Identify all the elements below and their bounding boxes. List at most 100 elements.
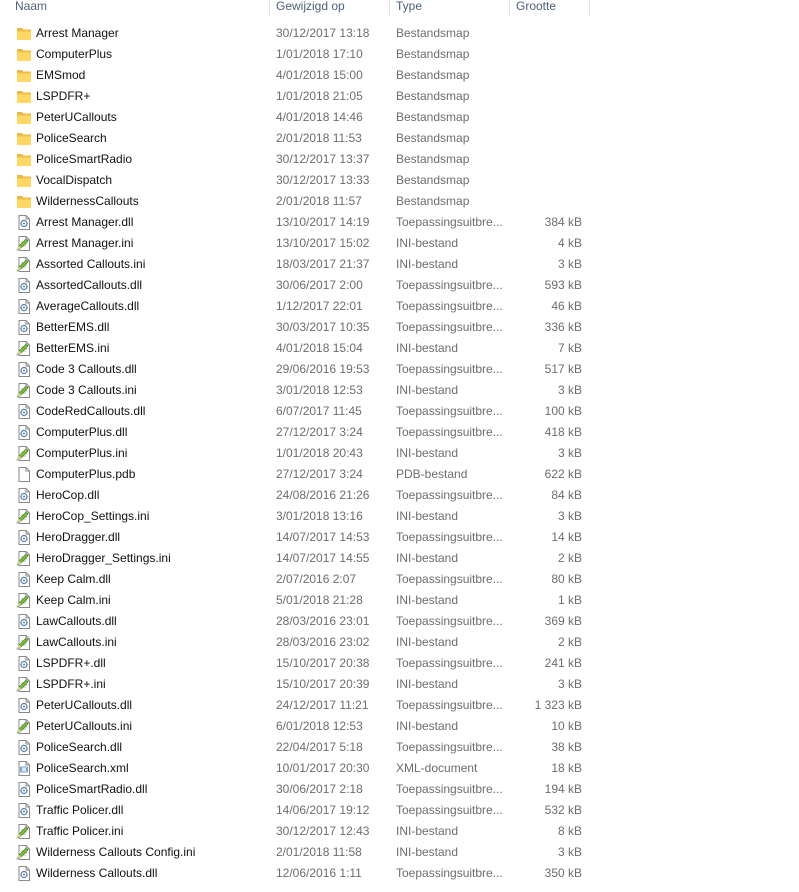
file-modified: 5/01/2018 21:28 — [276, 593, 363, 607]
file-type: Toepassingsuitbre... — [396, 278, 503, 292]
file-row[interactable]: PoliceSmartRadio.dll 30/06/2017 2:18 Toepa… — [0, 779, 799, 800]
file-modified: 1/01/2018 21:05 — [276, 89, 363, 103]
file-row[interactable]: LSPDFR+.dll 15/10/2017 20:38 Toepassingsui… — [0, 653, 799, 674]
file-modified: 29/06/2016 19:53 — [276, 362, 370, 376]
file-type: Toepassingsuitbre... — [396, 803, 503, 817]
file-type: Bestandsmap — [396, 47, 470, 61]
file-row[interactable]: PeterUCallouts.dll 24/12/2017 11:21 Toepas… — [0, 695, 799, 716]
folder-icon — [16, 89, 32, 104]
ini-icon — [16, 593, 32, 608]
column-header-size[interactable]: Grootte — [510, 0, 590, 17]
file-row[interactable]: HeroDragger_Settings.ini 14/07/2017 14:55… — [0, 548, 799, 569]
file-row[interactable]: ComputerPlus.dll 27/12/2017 3:24 Toepassin… — [0, 422, 799, 443]
file-row[interactable]: Traffic Policer.ini 30/12/2017 12:43 INI-b… — [0, 821, 799, 842]
file-row[interactable]: Arrest Manager.dll 13/10/2017 14:19 Toepas… — [0, 212, 799, 233]
file-modified: 6/01/2018 12:53 — [276, 719, 363, 733]
file-row[interactable]: VocalDispatch 30/12/2017 13:33 Bestandsmap — [0, 170, 799, 191]
file-row[interactable]: ComputerPlus.ini 1/01/2018 20:43 INI-besta… — [0, 443, 799, 464]
file-name: LSPDFR+.dll — [36, 656, 106, 670]
file-modified: 30/12/2017 13:18 — [276, 26, 370, 40]
file-row[interactable]: EMSmod 4/01/2018 15:00 Bestandsmap — [0, 65, 799, 86]
file-name: Keep Calm.dll — [36, 572, 111, 586]
file-type: Bestandsmap — [396, 131, 470, 145]
file-type: Toepassingsuitbre... — [396, 362, 503, 376]
file-name: ComputerPlus.dll — [36, 425, 128, 439]
file-modified: 30/12/2017 13:33 — [276, 173, 370, 187]
file-row[interactable]: LSPDFR+ 1/01/2018 21:05 Bestandsmap — [0, 86, 799, 107]
file-size — [510, 107, 582, 128]
file-type: Bestandsmap — [396, 68, 470, 82]
file-name: PoliceSearch.dll — [36, 740, 123, 754]
file-row[interactable]: PoliceSmartRadio 30/12/2017 13:37 Bestands… — [0, 149, 799, 170]
column-header-name[interactable]: Naam — [0, 0, 270, 17]
file-type: Toepassingsuitbre... — [396, 404, 503, 418]
file-type: Bestandsmap — [396, 89, 470, 103]
file-row[interactable]: AverageCallouts.dll 1/12/2017 22:01 Toepas… — [0, 296, 799, 317]
file-row[interactable]: LSPDFR+.ini 15/10/2017 20:39 INI-bestand 3 … — [0, 674, 799, 695]
ini-icon — [16, 446, 32, 461]
column-header-type[interactable]: Type — [390, 0, 510, 17]
file-row[interactable]: BetterEMS.dll 30/03/2017 10:35 Toepassings… — [0, 317, 799, 338]
file-type: INI-bestand — [396, 551, 459, 565]
file-row[interactable]: Wilderness Callouts Config.ini 2/01/2018 … — [0, 842, 799, 863]
file-row[interactable]: Wilderness Callouts.dll 12/06/2016 1:11 To… — [0, 863, 799, 884]
file-type: INI-bestand — [396, 824, 459, 838]
file-row[interactable]: CodeRedCallouts.dll 6/07/2017 11:45 Toepas… — [0, 401, 799, 422]
file-row[interactable]: HeroCop.dll 24/08/2016 21:26 Toepassingsui… — [0, 485, 799, 506]
file-modified: 3/01/2018 12:53 — [276, 383, 363, 397]
file-size — [510, 23, 582, 44]
file-size: 1 kB — [557, 593, 582, 607]
file-modified: 6/07/2017 11:45 — [276, 404, 362, 418]
file-row[interactable]: PoliceSearch.dll 22/04/2017 5:18 Toepassin… — [0, 737, 799, 758]
file-modified: 14/07/2017 14:55 — [276, 551, 370, 565]
file-name: LawCallouts.ini — [36, 635, 117, 649]
file-row[interactable]: Keep Calm.ini 5/01/2018 21:28 INI-bestand 1… — [0, 590, 799, 611]
file-type: Bestandsmap — [396, 152, 470, 166]
file-row[interactable]: LawCallouts.ini 28/03/2016 23:02 INI-besta… — [0, 632, 799, 653]
file-type: INI-bestand — [396, 509, 459, 523]
column-header-bar: Naam Gewijzigd op Type Grootte — [0, 0, 799, 17]
file-row[interactable]: Code 3 Callouts.dll 29/06/2016 19:53 Toepa… — [0, 359, 799, 380]
file-row[interactable]: Traffic Policer.dll 14/06/2017 19:12 Toepa… — [0, 800, 799, 821]
file-modified: 30/12/2017 12:43 — [276, 824, 370, 838]
file-row[interactable]: ComputerPlus.pdb 27/12/2017 3:24 PDB-besta… — [0, 464, 799, 485]
file-row[interactable]: Assorted Callouts.ini 18/03/2017 21:37 INI… — [0, 254, 799, 275]
dll-icon — [16, 404, 32, 419]
column-header-modified[interactable]: Gewijzigd op — [270, 0, 390, 17]
file-type: XML-document — [396, 761, 478, 775]
file-row[interactable]: PeterUCallouts 4/01/2018 14:46 Bestandsmap — [0, 107, 799, 128]
file-row[interactable]: PoliceSearch 2/01/2018 11:53 Bestandsmap — [0, 128, 799, 149]
file-type: Toepassingsuitbre... — [396, 320, 503, 334]
file-row[interactable]: WildernessCallouts 2/01/2018 11:57 Bestand… — [0, 191, 799, 212]
file-row[interactable]: PeterUCallouts.ini 6/01/2018 12:53 INI-bes… — [0, 716, 799, 737]
dll-icon — [16, 362, 32, 377]
file-row[interactable]: BetterEMS.ini 4/01/2018 15:04 INI-bestand 7… — [0, 338, 799, 359]
file-row[interactable]: Keep Calm.dll 2/07/2016 2:07 Toepassingsui… — [0, 569, 799, 590]
ini-icon — [16, 509, 32, 524]
file-row[interactable]: PoliceSearch.xml 10/01/2017 20:30 XML-docu… — [0, 758, 799, 779]
file-row[interactable]: Code 3 Callouts.ini 3/01/2018 12:53 INI-be… — [0, 380, 799, 401]
file-size: 2 kB — [557, 635, 582, 649]
file-row[interactable]: ComputerPlus 1/01/2018 17:10 Bestandsmap — [0, 44, 799, 65]
file-size: 3 kB — [557, 509, 582, 523]
dll-icon — [16, 866, 32, 881]
file-type: INI-bestand — [396, 677, 459, 691]
file-row[interactable]: Arrest Manager.ini 13/10/2017 15:02 INI-be… — [0, 233, 799, 254]
file-size: 14 kB — [551, 530, 582, 544]
file-name: PoliceSmartRadio.dll — [36, 782, 148, 796]
file-row[interactable]: HeroDragger.dll 14/07/2017 14:53 Toepassin… — [0, 527, 799, 548]
file-row[interactable]: HeroCop_Settings.ini 3/01/2018 13:16 INI-b… — [0, 506, 799, 527]
file-modified: 22/04/2017 5:18 — [276, 740, 363, 754]
file-type: Toepassingsuitbre... — [396, 572, 503, 586]
file-name: Wilderness Callouts Config.ini — [36, 845, 196, 859]
file-modified: 30/12/2017 13:37 — [276, 152, 370, 166]
dll-icon — [16, 740, 32, 755]
file-name: PeterUCallouts — [36, 110, 117, 124]
file-modified: 2/07/2016 2:07 — [276, 572, 357, 586]
file-row[interactable]: LawCallouts.dll 28/03/2016 23:01 Toepassin… — [0, 611, 799, 632]
file-name: Arrest Manager — [36, 26, 119, 40]
file-name: Assorted Callouts.ini — [36, 257, 146, 271]
dll-icon — [16, 215, 32, 230]
file-row[interactable]: AssortedCallouts.dll 30/06/2017 2:00 Toepa… — [0, 275, 799, 296]
file-row[interactable]: Arrest Manager 30/12/2017 13:18 Bestandsma… — [0, 23, 799, 44]
